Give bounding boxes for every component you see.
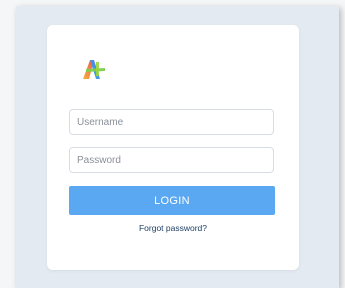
login-card: LOGIN Forgot password?	[47, 25, 299, 270]
password-input[interactable]	[69, 147, 274, 173]
forgot-password-link[interactable]: Forgot password?	[47, 223, 299, 233]
screen-background: LOGIN Forgot password?	[0, 0, 345, 288]
login-button[interactable]: LOGIN	[69, 186, 275, 215]
username-input[interactable]	[69, 109, 274, 135]
brand-logo-icon	[79, 55, 107, 83]
